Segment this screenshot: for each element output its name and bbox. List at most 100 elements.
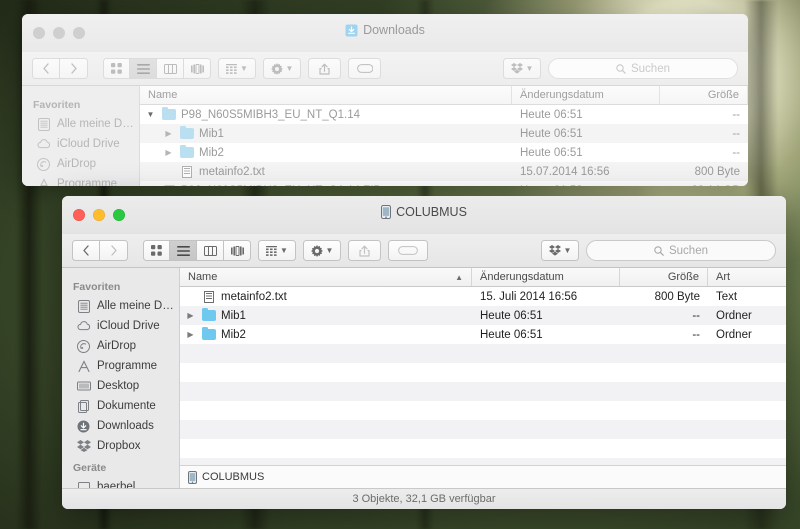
icon-view-button[interactable]	[143, 240, 170, 261]
front-window-titlebar[interactable]: COLUBMUS	[62, 196, 786, 234]
sidebar-item-icloud-drive[interactable]: iCloud Drive	[62, 316, 179, 336]
disclosure-triangle-icon[interactable]: ▶	[162, 129, 175, 138]
sidebar-item-desktop[interactable]: Desktop	[62, 376, 179, 396]
cell-date: Heute 06:51	[520, 108, 583, 121]
front-view-switcher[interactable]	[143, 240, 251, 261]
table-row[interactable]: metainfo2.txt 15.07.2014 16:56 800 Byte	[140, 162, 748, 181]
close-button[interactable]	[33, 27, 45, 39]
search-input[interactable]: Suchen	[548, 58, 738, 79]
column-header-date[interactable]: Änderungsdatum	[472, 268, 620, 286]
column-view-button[interactable]	[197, 240, 224, 261]
back-window-titlebar[interactable]: Downloads	[22, 14, 748, 52]
cell-date: Heute 06:51	[520, 127, 583, 140]
table-row[interactable]: ▼ P98_N60S5MIBH3_EU_NT_Q1.14 Heute 06:51…	[140, 105, 748, 124]
close-button[interactable]	[73, 209, 85, 221]
cell-kind: Text	[716, 290, 738, 303]
disclosure-triangle-icon[interactable]: ▶	[184, 330, 197, 339]
column-header-size[interactable]: Größe	[620, 268, 708, 286]
path-bar[interactable]: COLUBMUS	[180, 465, 786, 488]
tag-button[interactable]	[348, 58, 381, 79]
finder-window-colubmus[interactable]: COLUBMUS ▼ ▼ ▼ Suchen Favoriten Alle mei…	[62, 196, 786, 509]
sidebar-item-dropbox[interactable]: Dropbox	[62, 436, 179, 456]
arrange-button[interactable]: ▼	[218, 58, 256, 79]
back-window-title-text: Downloads	[363, 23, 425, 37]
sidebar-item-icloud-drive[interactable]: iCloud Drive	[22, 134, 139, 154]
back-window-toolbar[interactable]: ▼ ▼ ▼ Suchen	[22, 52, 748, 86]
table-row[interactable]: ▶ Mib2 Heute 06:51 -- Ordner	[180, 325, 786, 344]
table-row[interactable]: ▶ Mib1 Heute 06:51 -- Ordner	[180, 306, 786, 325]
back-button[interactable]	[72, 240, 100, 261]
status-bar: 3 Objekte, 32,1 GB verfügbar	[62, 488, 786, 509]
icon-view-button[interactable]	[103, 58, 130, 79]
column-header-name[interactable]: Name	[140, 86, 512, 104]
sidebar-item-programme[interactable]: Programme	[22, 174, 139, 186]
dropbox-button[interactable]: ▼	[503, 58, 541, 79]
tag-button[interactable]	[388, 240, 428, 261]
disclosure-triangle-icon[interactable]: ▶	[162, 148, 175, 157]
coverflow-view-button[interactable]	[224, 240, 251, 261]
arrange-button[interactable]: ▼	[258, 240, 296, 261]
dropbox-button[interactable]: ▼	[541, 240, 579, 261]
disclosure-triangle-icon[interactable]: ▶	[184, 311, 197, 320]
minimize-button[interactable]	[93, 209, 105, 221]
cell-name: P98_N60S5MIBH3_EU_NT_Q1.14.ZIP	[140, 181, 512, 186]
sidebar-item-all-my-files[interactable]: Alle meine D…	[62, 296, 179, 316]
back-window-sidebar[interactable]: Favoriten Alle meine D… iCloud Drive Air…	[22, 86, 140, 186]
table-row[interactable]: ▶ Mib1 Heute 06:51 --	[140, 124, 748, 143]
column-view-button[interactable]	[157, 58, 184, 79]
column-header-size[interactable]: Größe	[660, 86, 748, 104]
front-window-traffic-lights[interactable]	[73, 209, 125, 221]
action-menu-button[interactable]: ▼	[303, 240, 341, 261]
front-column-headers[interactable]: Name ▲ Änderungsdatum Größe Art	[180, 268, 786, 287]
table-row[interactable]: metainfo2.txt 15. Juli 2014 16:56 800 By…	[180, 287, 786, 306]
finder-window-downloads[interactable]: Downloads ▼ ▼ ▼ Suchen Favoriten Alle me…	[22, 14, 748, 186]
sidebar-item-all-my-files[interactable]: Alle meine D…	[22, 114, 139, 134]
column-header-name[interactable]: Name ▲	[180, 268, 472, 286]
cell-size: --	[692, 309, 700, 322]
sidebar-item-downloads[interactable]: Downloads	[62, 416, 179, 436]
sidebar-item-baerbel[interactable]: baerbel	[62, 477, 179, 488]
coverflow-view-button[interactable]	[184, 58, 211, 79]
search-placeholder: Suchen	[668, 244, 708, 257]
zoom-button[interactable]	[113, 209, 125, 221]
file-name: metainfo2.txt	[199, 165, 265, 178]
front-window-file-list[interactable]: Name ▲ Änderungsdatum Größe Art metainfo…	[180, 268, 786, 488]
file-name: metainfo2.txt	[221, 290, 287, 303]
minimize-button[interactable]	[53, 27, 65, 39]
sidebar-item-airdrop[interactable]: AirDrop	[62, 336, 179, 356]
file-name: P98_N60S5MIBH3_EU_NT_Q1.14	[181, 108, 360, 121]
action-menu-button[interactable]: ▼	[263, 58, 301, 79]
back-window-file-list[interactable]: Name Änderungsdatum Größe ▼ P98_N60S5MIB…	[140, 86, 748, 186]
zoom-button[interactable]	[73, 27, 85, 39]
forward-button[interactable]	[100, 240, 128, 261]
forward-button[interactable]	[60, 58, 88, 79]
sidebar-item-dokumente[interactable]: Dokumente	[62, 396, 179, 416]
back-column-headers[interactable]: Name Änderungsdatum Größe	[140, 86, 748, 105]
column-header-kind[interactable]: Art	[708, 268, 786, 286]
list-view-button[interactable]	[130, 58, 157, 79]
sidebar-item-airdrop[interactable]: AirDrop	[22, 154, 139, 174]
cell-kind: Ordner	[716, 309, 752, 322]
table-row[interactable]: ▶ Mib2 Heute 06:51 --	[140, 143, 748, 162]
share-button[interactable]	[348, 240, 381, 261]
back-nav-group[interactable]	[32, 58, 88, 79]
cell-name: ▶ Mib1	[140, 124, 512, 143]
search-input[interactable]: Suchen	[586, 240, 776, 261]
share-button[interactable]	[308, 58, 341, 79]
cell-name: metainfo2.txt	[180, 287, 472, 306]
back-button[interactable]	[32, 58, 60, 79]
search-placeholder: Suchen	[630, 62, 670, 75]
front-window-sidebar[interactable]: Favoriten Alle meine D… iCloud Drive Air…	[62, 268, 180, 488]
sidebar-item-label: Alle meine D…	[97, 300, 174, 312]
sidebar-item-label: AirDrop	[57, 158, 96, 170]
disclosure-triangle-icon[interactable]: ▼	[144, 110, 157, 119]
column-header-date[interactable]: Änderungsdatum	[512, 86, 660, 104]
list-view-button[interactable]	[170, 240, 197, 261]
back-view-switcher[interactable]	[103, 58, 211, 79]
front-window-toolbar[interactable]: ▼ ▼ ▼ Suchen	[62, 234, 786, 268]
front-nav-group[interactable]	[72, 240, 128, 261]
sidebar-item-programme[interactable]: Programme	[62, 356, 179, 376]
table-row[interactable]: P98_N60S5MIBH3_EU_NT_Q1.14.ZIP Heute 01:…	[140, 181, 748, 186]
back-rows-container: ▼ P98_N60S5MIBH3_EU_NT_Q1.14 Heute 06:51…	[140, 105, 748, 186]
back-window-traffic-lights[interactable]	[33, 27, 85, 39]
